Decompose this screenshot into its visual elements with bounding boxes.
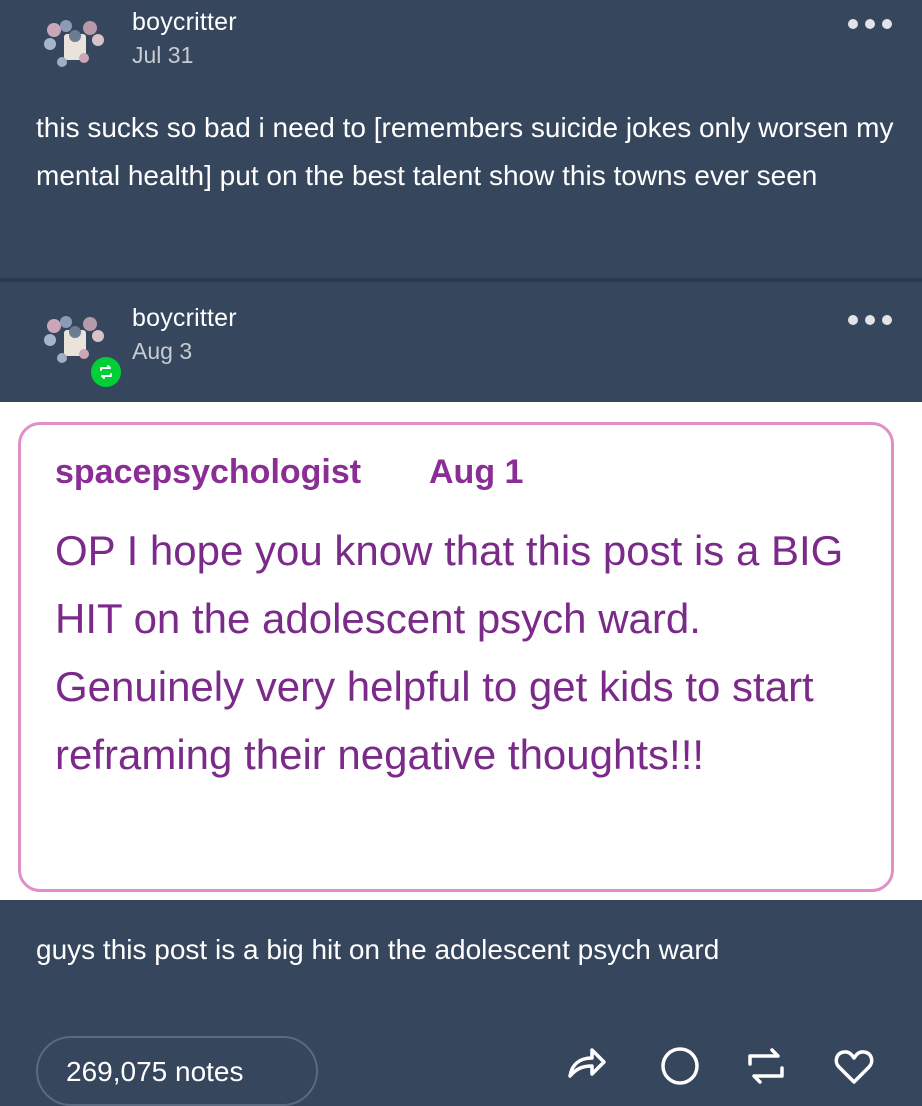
post-header: boycritter Jul 31 [0, 0, 922, 90]
like-icon[interactable] [830, 1042, 878, 1090]
post-date: Jul 31 [132, 42, 194, 68]
reblog-username[interactable]: boycritter [132, 304, 237, 333]
quote-box: spacepsychologist Aug 1 OP I hope you kn… [18, 422, 894, 892]
reblog-comment: guys this post is a big hit on the adole… [36, 934, 720, 965]
avatar-image [44, 20, 104, 67]
reblog-date: Aug 3 [132, 338, 193, 364]
quote-date: Aug 1 [429, 453, 524, 491]
avatar[interactable] [40, 14, 110, 74]
more-options-icon[interactable] [848, 17, 892, 31]
post-text: this sucks so bad i need to [remembers s… [36, 112, 894, 191]
reblog-header: boycritter Aug 3 [0, 296, 922, 386]
reblog-badge-icon [89, 355, 123, 389]
reply-icon[interactable] [656, 1042, 704, 1090]
notes-button[interactable]: 269,075 notes [36, 1036, 318, 1106]
notes-count: 269,075 notes [66, 1056, 244, 1087]
reblog-icon[interactable] [742, 1042, 790, 1090]
embedded-screenshot[interactable]: spacepsychologist Aug 1 OP I hope you kn… [0, 402, 922, 900]
share-icon[interactable] [562, 1042, 610, 1090]
more-options-icon[interactable] [848, 313, 892, 327]
post-divider [0, 278, 922, 282]
post-username[interactable]: boycritter [132, 8, 237, 37]
quote-author: spacepsychologist [55, 453, 362, 491]
quote-text: OP I hope you know that this post is a B… [55, 527, 844, 778]
